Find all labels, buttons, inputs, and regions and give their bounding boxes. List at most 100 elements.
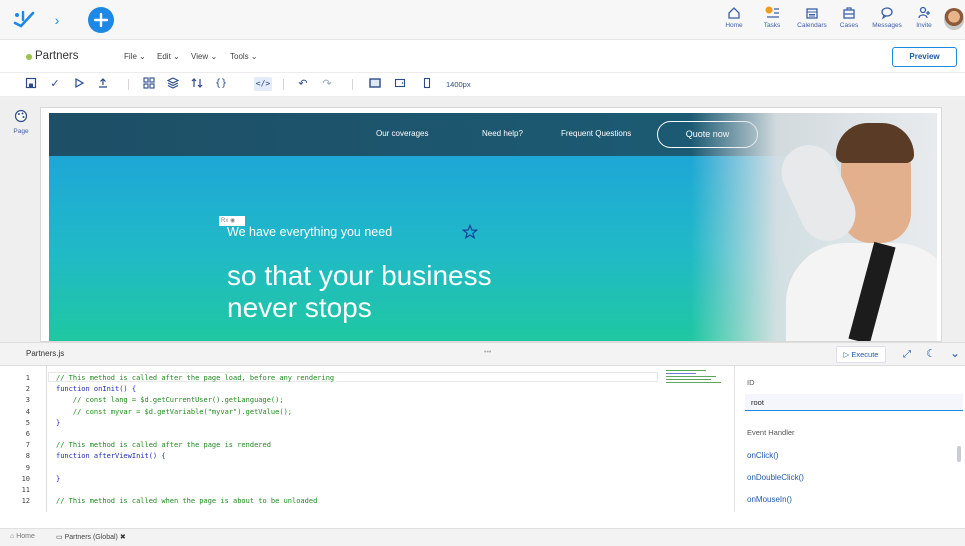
nav-calendars[interactable]: Calendars	[793, 6, 831, 29]
properties-panel: ID root Event Handler onClick() onDouble…	[735, 366, 965, 512]
chevron-right-icon[interactable]: ›	[50, 11, 64, 29]
close-icon[interactable]: ✖	[120, 534, 126, 541]
collapse-chevron-icon[interactable]: ⌄	[948, 346, 962, 360]
code-line: 7 // This method is called after the page…	[0, 441, 660, 450]
menu-edit-label: Edit	[157, 52, 171, 61]
nav-home[interactable]: Home	[716, 6, 752, 29]
avatar[interactable]	[944, 8, 964, 30]
id-field[interactable]: root	[745, 394, 963, 411]
side-page-tool[interactable]: Page	[8, 109, 34, 139]
code-line: 4 // const myvar = $d.getVariable("myvar…	[0, 408, 660, 417]
nav-invite[interactable]: Invite	[906, 6, 942, 29]
nav-invite-label: Invite	[916, 22, 932, 29]
handler-ondoubleclick[interactable]: onDoubleClick()	[747, 473, 804, 482]
scrollbar[interactable]	[957, 446, 961, 462]
cases-icon	[843, 7, 855, 19]
chevron-down-icon: ⌄	[250, 52, 258, 61]
line-number: 5	[25, 418, 30, 427]
nav-messages[interactable]: Messages	[868, 6, 906, 29]
code-line: 5}	[0, 419, 660, 428]
sort-icon[interactable]	[190, 77, 204, 91]
status-tab-label: Partners (Global)	[64, 534, 118, 541]
star-icon[interactable]	[462, 224, 478, 240]
app-logo-icon[interactable]	[12, 9, 38, 31]
code-minimap[interactable]	[666, 368, 726, 386]
code-line: 2 function onInit() {	[0, 385, 660, 394]
code-view-icon[interactable]: </>	[254, 77, 272, 91]
side-page-label: Page	[13, 128, 29, 135]
divider	[128, 79, 129, 90]
menu-view[interactable]: View ⌄	[191, 52, 217, 61]
component-badge-label: Rx	[221, 218, 229, 224]
handler-onclick[interactable]: onClick()	[747, 451, 779, 460]
preview-button[interactable]: Preview	[892, 47, 957, 67]
menu-edit[interactable]: Edit ⌄	[157, 52, 180, 61]
export-icon[interactable]	[96, 77, 110, 91]
code-line: 11	[0, 486, 660, 495]
theme-moon-icon[interactable]: ☾	[924, 347, 938, 361]
code-text: // const myvar = $d.getVariable("myvar")…	[56, 407, 293, 416]
messages-icon	[881, 7, 893, 20]
add-button[interactable]	[88, 7, 114, 33]
desktop-view-icon[interactable]	[368, 77, 382, 91]
divider	[352, 79, 353, 90]
play-icon[interactable]	[72, 77, 86, 91]
code-line: 3 // const lang = $d.getCurrentUser().ge…	[0, 396, 660, 405]
braces-icon[interactable]: {}	[214, 77, 228, 91]
page-canvas[interactable]: Our coverages Need help? Frequent Questi…	[40, 107, 942, 342]
handler-onmousein[interactable]: onMouseIn()	[747, 495, 792, 504]
menu-tools[interactable]: Tools ⌄	[230, 52, 258, 61]
line-number: 7	[25, 441, 30, 450]
check-icon[interactable]: ✓	[48, 77, 62, 91]
resize-handle[interactable]: •••	[484, 349, 491, 356]
mobile-view-icon[interactable]	[420, 77, 434, 91]
code-editor[interactable]: 1 // This method is called after the page…	[0, 366, 735, 512]
tasks-icon	[765, 6, 779, 18]
line-number: 2	[25, 385, 30, 394]
code-text: function afterViewInit() {	[56, 452, 166, 461]
layers-icon[interactable]	[166, 77, 180, 91]
undo-icon[interactable]: ↶	[296, 77, 310, 91]
calendar-icon	[806, 8, 818, 19]
site-nav-help[interactable]: Need help?	[482, 129, 523, 138]
code-line: 9	[0, 464, 660, 473]
code-line: 1 // This method is called after the page…	[0, 374, 660, 383]
page-title: Partners	[35, 50, 79, 62]
menu-file-label: File	[124, 52, 137, 61]
nav-tasks[interactable]: Tasks	[754, 6, 790, 29]
site-nav-faq[interactable]: Frequent Questions	[561, 129, 631, 138]
expand-icon[interactable]: ⤢	[900, 348, 914, 362]
code-text: }	[56, 474, 61, 483]
event-handler-label: Event Handler	[747, 428, 795, 437]
chevron-down-icon: ⌄	[173, 52, 180, 61]
work-area: Page Our coverages Need help? Frequent Q…	[0, 97, 965, 342]
menu-bar: Partners File ⌄ Edit ⌄ View ⌄ Tools ⌄ Pr…	[0, 40, 965, 73]
save-icon[interactable]	[24, 77, 38, 91]
status-partners-tab[interactable]: ▭ Partners (Global) ✖	[56, 533, 126, 541]
code-text: }	[56, 418, 61, 427]
status-home-tab[interactable]: ⌂ Home	[10, 533, 35, 540]
code-line: 12 // This method is called when the page…	[0, 497, 660, 506]
execute-button[interactable]: ▷ Execute	[836, 346, 886, 363]
redo-icon[interactable]: ↷	[320, 77, 334, 91]
plus-icon	[93, 12, 109, 28]
line-number: 1	[25, 374, 30, 382]
components-icon[interactable]	[142, 77, 156, 91]
code-text: // const lang = $d.getCurrentUser().getL…	[56, 396, 284, 405]
invite-icon	[918, 6, 930, 19]
eye-icon: ◉	[230, 218, 236, 224]
code-line: 8 function afterViewInit() {	[0, 452, 660, 461]
site-nav-coverages[interactable]: Our coverages	[376, 129, 428, 138]
id-label: ID	[747, 378, 755, 387]
status-dot	[26, 54, 32, 60]
menu-file[interactable]: File ⌄	[124, 52, 146, 61]
editor-header: Partners.js ••• ▷ Execute ⤢ ☾ ⌄	[0, 342, 965, 366]
line-number: 6	[25, 430, 30, 438]
code-text: function onInit() {	[56, 385, 137, 394]
code-line: 10}	[0, 475, 660, 484]
line-number: 3	[25, 396, 30, 405]
line-number: 9	[25, 463, 30, 472]
tablet-view-icon[interactable]	[393, 77, 407, 91]
divider	[283, 79, 284, 90]
nav-cases[interactable]: Cases	[831, 6, 867, 29]
